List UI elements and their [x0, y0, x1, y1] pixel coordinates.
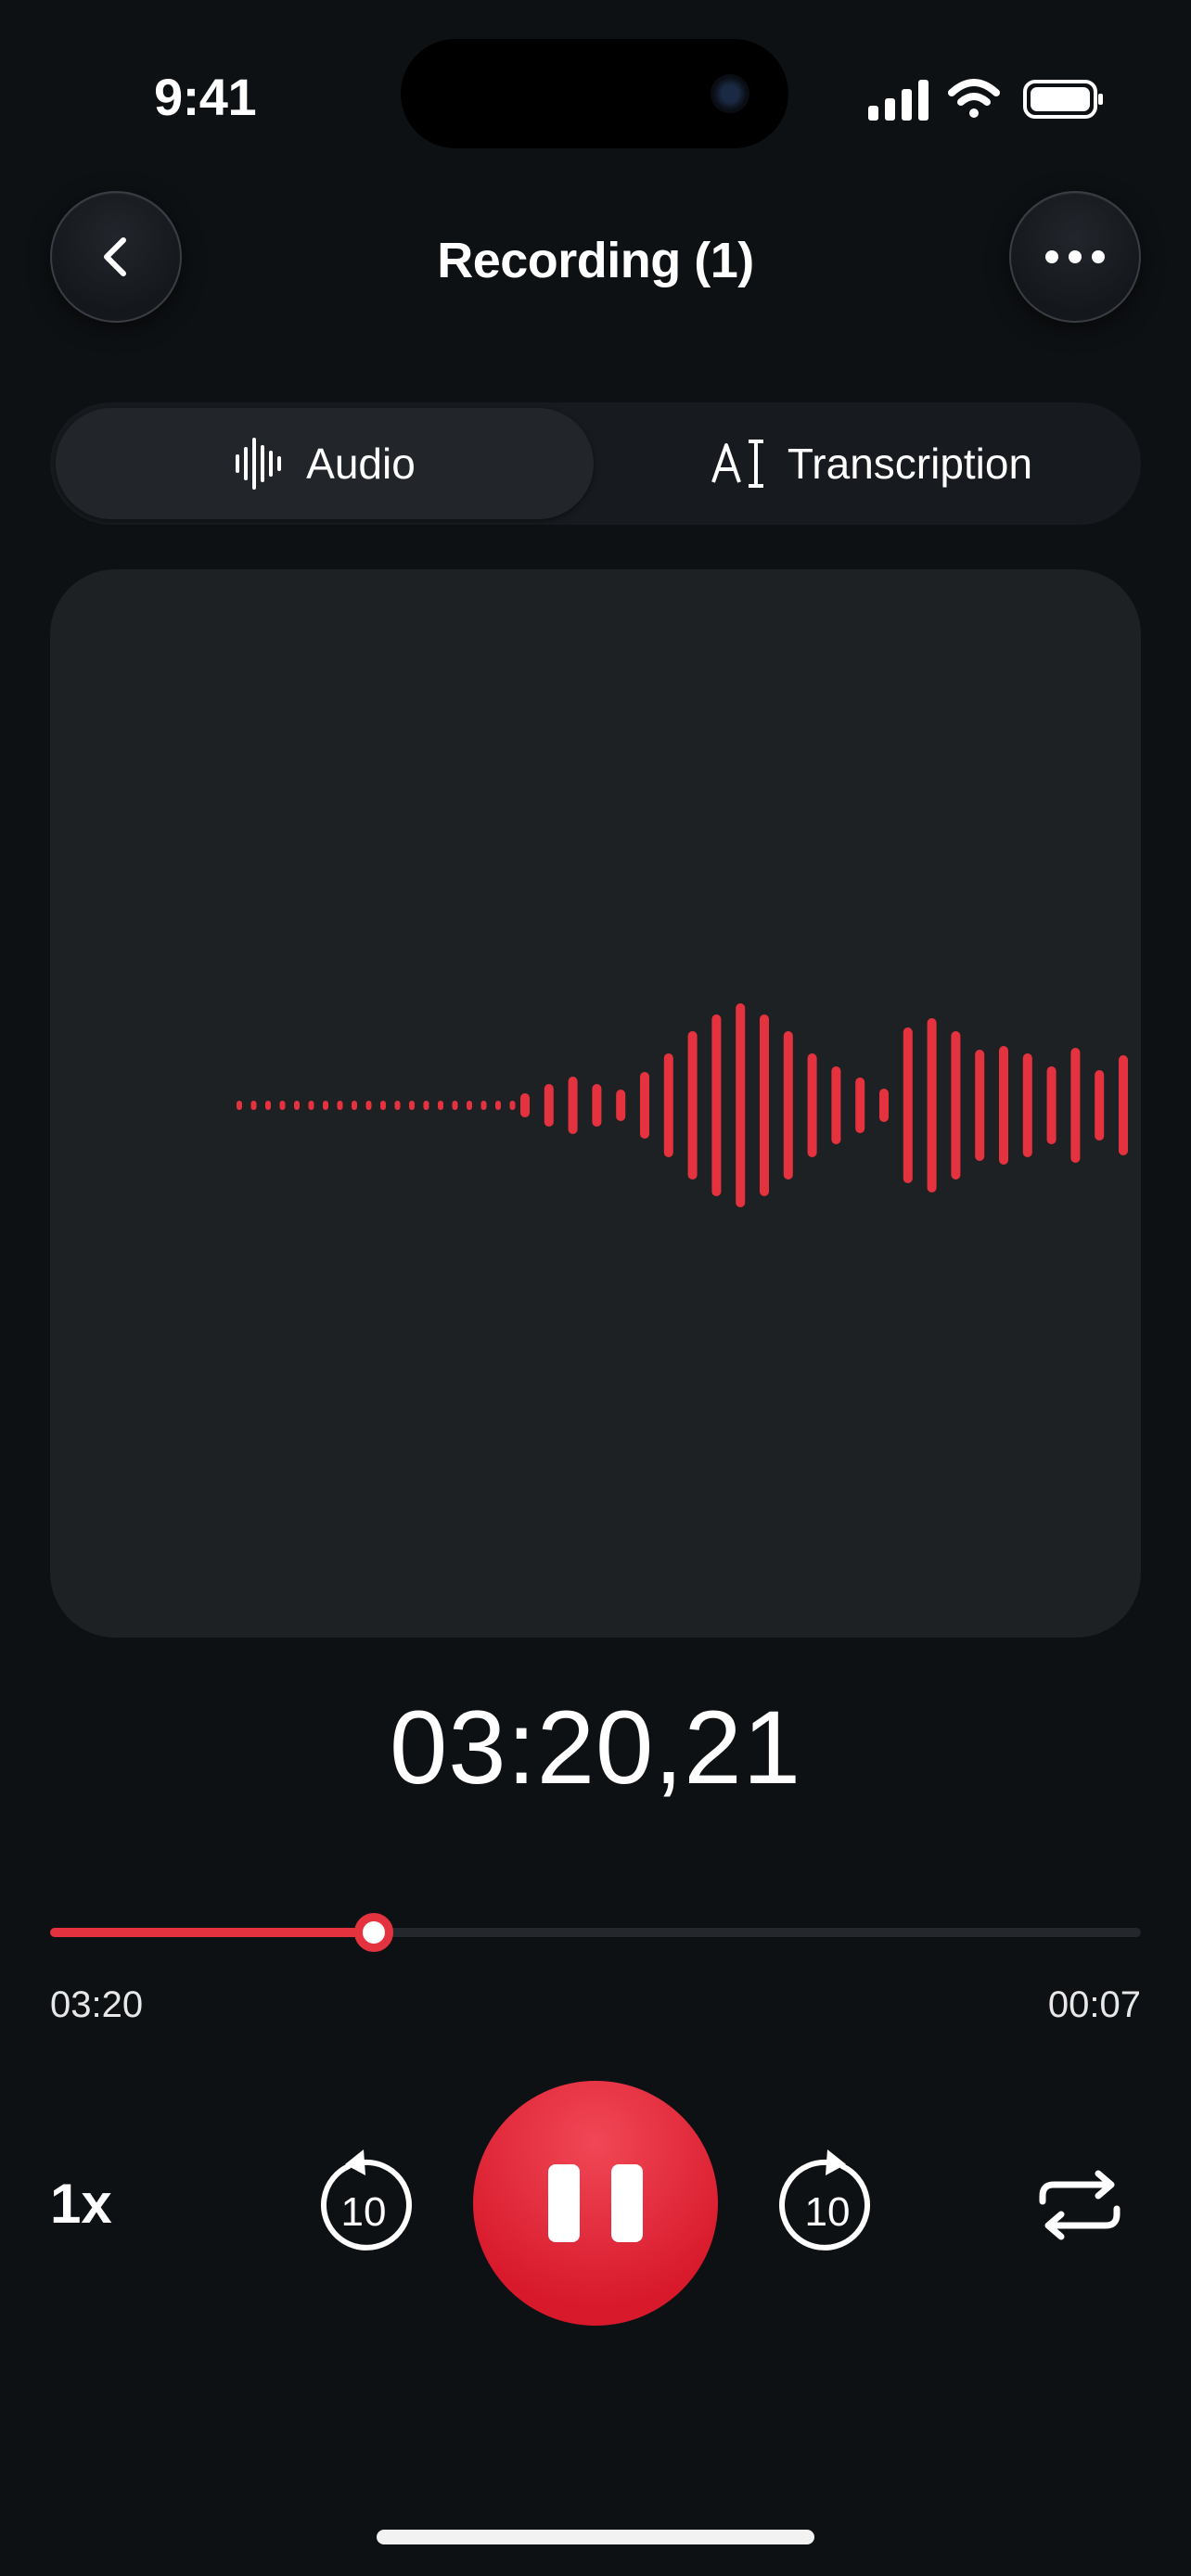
elapsed-time: 03:20: [50, 1984, 144, 2025]
waveform-bar: [711, 1014, 722, 1196]
waveform-dot: [467, 1101, 472, 1110]
waveform-bar: [520, 1093, 530, 1117]
waveform-visualization: [237, 1003, 1128, 1207]
tab-transcription-label: Transcription: [787, 440, 1033, 488]
waveform-dot: [365, 1101, 372, 1110]
dynamic-island: [401, 39, 788, 148]
waveform-bar: [640, 1072, 649, 1139]
page-title: Recording (1): [437, 233, 754, 288]
remaining-time: 00:07: [1047, 1984, 1141, 2025]
back-icon: [104, 237, 126, 276]
waveform-bar: [760, 1014, 769, 1196]
progress-fill: [50, 1928, 375, 1937]
waveform-dot: [294, 1101, 300, 1110]
waveform-bar: [544, 1084, 554, 1127]
waveform-dot: [452, 1101, 458, 1110]
waveform-bar: [855, 1078, 865, 1133]
waveform-dot: [352, 1101, 357, 1110]
repeat-icon[interactable]: [1035, 2170, 1124, 2240]
more-options-button[interactable]: [1009, 191, 1141, 323]
waveform-bar: [807, 1053, 817, 1157]
waveform-dot: [237, 1101, 242, 1110]
waveform-dot: [409, 1101, 415, 1110]
waveform-bar: [1046, 1066, 1057, 1144]
waveform-bar: [1119, 1055, 1128, 1155]
waveform-card: [50, 569, 1141, 1638]
more-icon: [1045, 250, 1105, 263]
waveform-bar: [568, 1077, 578, 1134]
wifi-icon: [948, 79, 1000, 118]
waveform-bar: [951, 1031, 961, 1180]
recording-timer: 03:20,21: [390, 1690, 801, 1805]
waveform-dot: [308, 1101, 314, 1110]
text-cursor-icon: [711, 440, 763, 488]
camera-icon: [711, 74, 749, 113]
waveform-bar: [1095, 1070, 1105, 1141]
pause-button[interactable]: [473, 2081, 718, 2326]
waveform-bar: [831, 1066, 841, 1144]
waveform-dot: [394, 1101, 401, 1110]
waveform-bar: [663, 1053, 673, 1157]
waveform-bar: [687, 1031, 698, 1180]
back-button[interactable]: [50, 191, 182, 323]
tab-audio[interactable]: Audio: [56, 408, 594, 519]
home-indicator[interactable]: [377, 2530, 814, 2544]
waveform-bar: [999, 1046, 1008, 1165]
waveform-bar: [616, 1090, 626, 1121]
forward-seconds: 10: [805, 2189, 851, 2235]
waveform-dot: [438, 1101, 443, 1110]
tab-transcription[interactable]: Transcription: [603, 408, 1141, 519]
status-time: 9:41: [154, 68, 257, 126]
waveform-dot: [423, 1101, 429, 1110]
progress-thumb[interactable]: [354, 1913, 394, 1952]
waveform-bar: [879, 1089, 889, 1122]
waveform-dot: [337, 1101, 343, 1110]
playback-speed-button[interactable]: 1x: [50, 2172, 112, 2236]
waveform-bar: [1070, 1048, 1081, 1163]
waveform-bar: [903, 1027, 913, 1183]
pause-icon-bar-left: [548, 2164, 580, 2242]
battery-icon: [1023, 80, 1103, 119]
tab-audio-label: Audio: [306, 440, 416, 488]
waveform-bar: [1022, 1053, 1032, 1157]
pause-icon-bar-right: [611, 2164, 643, 2242]
waveform-dot: [279, 1101, 286, 1110]
waveform-dot: [480, 1101, 487, 1110]
rewind-10-icon[interactable]: 10: [312, 2146, 416, 2261]
waveform-dot: [250, 1101, 257, 1110]
status-icons: [868, 79, 1103, 121]
waveform-bar: [736, 1003, 746, 1207]
waveform-dot: [265, 1101, 271, 1110]
waveform-dot: [380, 1101, 386, 1110]
rewind-seconds: 10: [341, 2189, 387, 2235]
signal-icon: [868, 80, 928, 121]
waveform-dot: [323, 1101, 328, 1110]
waveform-bar: [783, 1031, 793, 1180]
waveform-bar: [975, 1050, 985, 1161]
waveform-icon: [236, 438, 282, 490]
waveform-dot: [495, 1101, 501, 1110]
waveform-dot: [509, 1101, 516, 1110]
waveform-bar: [592, 1084, 602, 1127]
forward-10-icon[interactable]: 10: [775, 2146, 879, 2261]
waveform-bar: [927, 1018, 937, 1192]
